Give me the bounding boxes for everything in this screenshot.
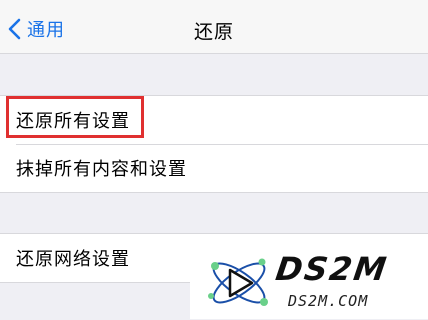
atom-play-logo-icon [204,250,274,320]
reset-settings-group: 还原所有设置 抹掉所有内容和设置 [0,95,428,193]
navigation-bar: 通用 还原 [0,0,428,54]
reset-all-settings-label: 还原所有设置 [16,111,130,132]
right-edge [420,248,428,319]
page-title: 还原 [193,21,234,43]
watermark-url-text: DS2M.COM [288,292,369,310]
erase-all-content-item[interactable]: 抹掉所有内容和设置 [0,144,428,192]
reset-network-settings-label: 还原网络设置 [16,249,130,270]
watermark: DS2M DS2M.COM [190,248,428,319]
erase-all-content-label: 抹掉所有内容和设置 [16,159,187,180]
watermark-logo-text: DS2M [273,250,391,288]
reset-all-settings-item[interactable]: 还原所有设置 [0,96,428,144]
